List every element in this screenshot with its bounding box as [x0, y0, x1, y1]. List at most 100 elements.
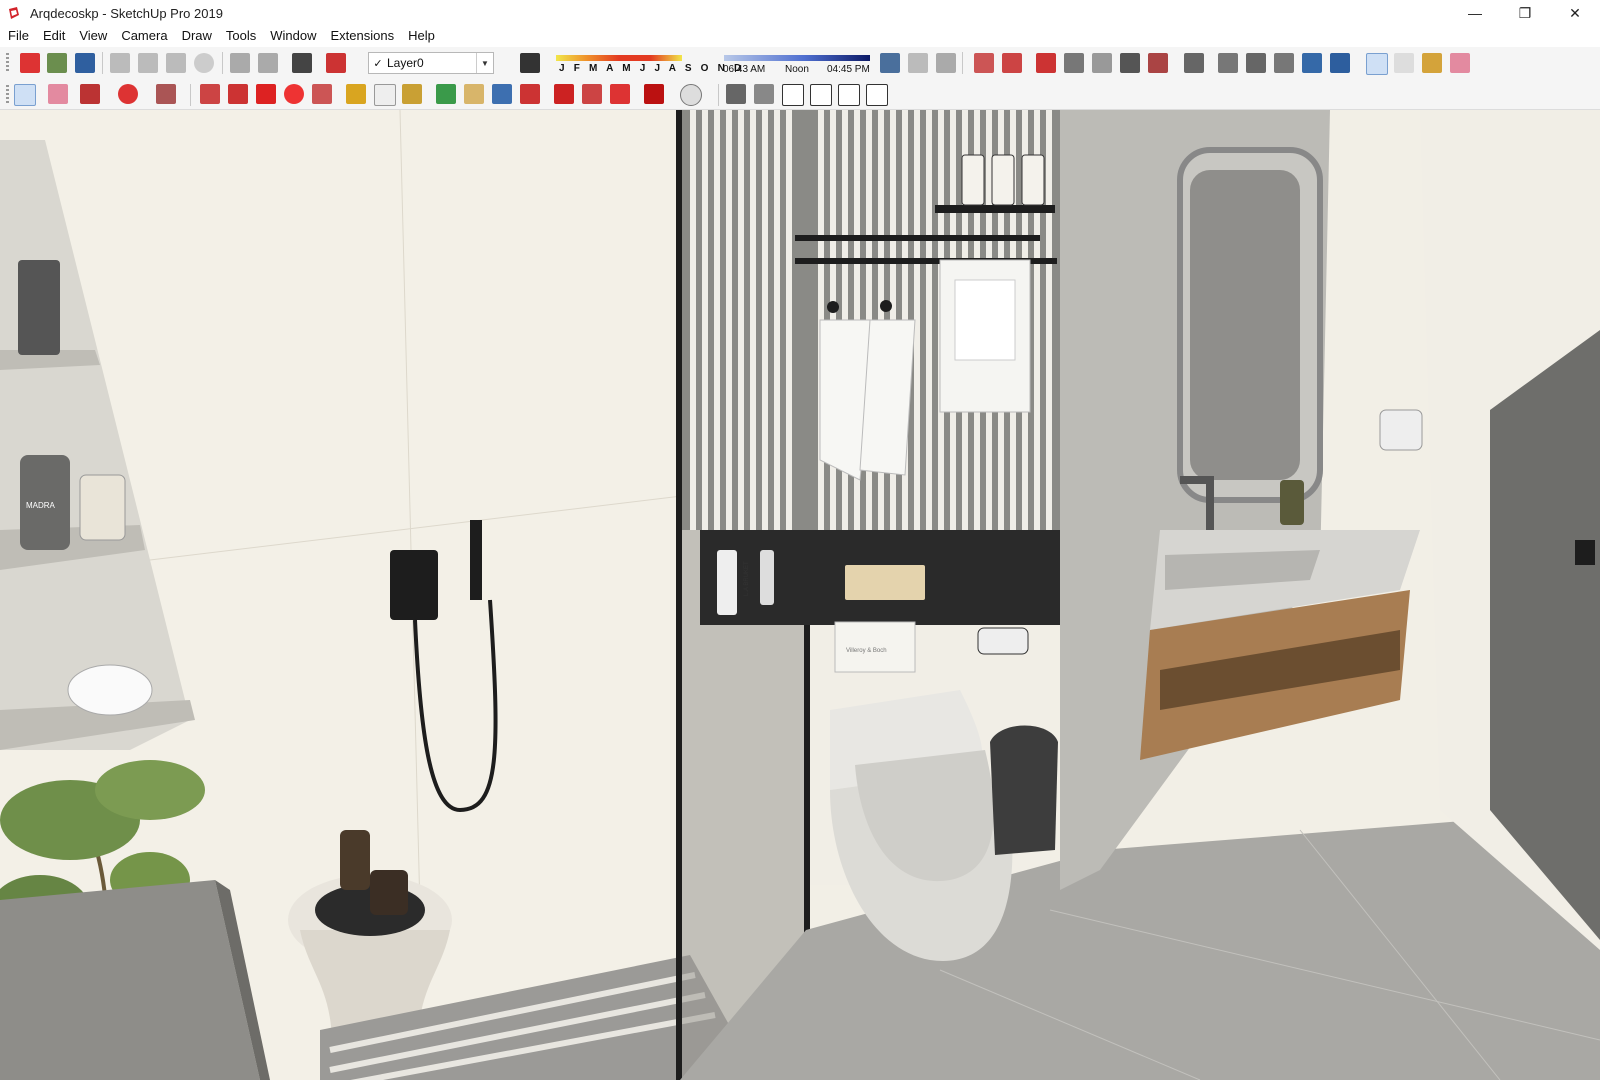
union-icon[interactable] — [1246, 53, 1266, 73]
redo-icon[interactable] — [258, 53, 278, 73]
pan-icon[interactable] — [464, 84, 484, 104]
style-wireframe-icon[interactable] — [936, 53, 956, 73]
title-bar: Arqdecoskp - SketchUp Pro 2019 — ❐ ✕ — [0, 0, 1600, 26]
eraser-tool-icon[interactable] — [48, 84, 68, 104]
pencil-icon[interactable] — [80, 84, 100, 104]
eraser-icon[interactable] — [1450, 53, 1470, 73]
follow-me-icon[interactable] — [228, 84, 248, 104]
sketchup-app-icon — [6, 5, 22, 21]
save-icon[interactable] — [75, 53, 95, 73]
iso-house-icon[interactable] — [726, 84, 746, 104]
svg-text:L.A BRUKET: L.A BRUKET — [744, 561, 750, 596]
hand-towel-2 — [859, 319, 916, 476]
select-arrow-icon[interactable] — [14, 84, 36, 106]
menu-bar: File Edit View Camera Draw Tools Window … — [0, 26, 1600, 46]
toolbar-grip[interactable] — [6, 53, 9, 73]
iso-view-icon[interactable] — [1036, 53, 1056, 73]
bottle-shelf — [935, 205, 1055, 213]
menu-help[interactable]: Help — [402, 26, 441, 46]
shadow-time-slider[interactable] — [724, 55, 870, 61]
paste-icon[interactable] — [166, 53, 186, 73]
close-button[interactable]: ✕ — [1550, 0, 1600, 26]
shadow-toggle-icon[interactable] — [520, 53, 540, 73]
model-info-icon[interactable] — [326, 53, 346, 73]
zoom-extents-icon[interactable] — [520, 84, 540, 104]
right-house-icon[interactable] — [810, 84, 832, 106]
undo-icon[interactable] — [230, 53, 250, 73]
chevron-down-icon[interactable]: ▼ — [476, 53, 493, 73]
layer-check-icon: ✓ — [373, 57, 383, 70]
paint-icon[interactable] — [402, 84, 422, 104]
style-backedge-icon[interactable] — [908, 53, 928, 73]
split-icon[interactable] — [1330, 53, 1350, 73]
rectangle-icon[interactable] — [156, 84, 176, 104]
left-house-icon[interactable] — [866, 84, 888, 106]
back-house-icon[interactable] — [838, 84, 860, 106]
oil-bottle — [1280, 480, 1304, 525]
menu-view[interactable]: View — [73, 26, 113, 46]
drawing-toolbar — [0, 79, 1600, 110]
menu-file[interactable]: File — [2, 26, 35, 46]
menu-draw[interactable]: Draw — [176, 26, 218, 46]
front-view-icon[interactable] — [1092, 53, 1112, 73]
menu-extensions[interactable]: Extensions — [325, 26, 401, 46]
cut-icon[interactable] — [110, 53, 130, 73]
rotate-icon[interactable] — [284, 84, 304, 104]
window-title: Arqdecoskp - SketchUp Pro 2019 — [30, 5, 223, 21]
model-viewport[interactable]: MADRA L.A BRUKET Villeroy & Boch — [0, 110, 1600, 1080]
toolbar-grip[interactable] — [6, 85, 9, 105]
soap-label: MADRA — [26, 501, 56, 510]
perfume-bottle — [18, 260, 60, 355]
extension-warehouse-icon[interactable] — [582, 84, 602, 104]
subtract-icon[interactable] — [1274, 53, 1294, 73]
back-view-icon[interactable] — [1148, 53, 1168, 73]
bathroom-scene: MADRA L.A BRUKET Villeroy & Boch — [0, 110, 1600, 1080]
pedal-bin — [990, 725, 1058, 855]
zoom-icon[interactable] — [492, 84, 512, 104]
user-account-icon[interactable] — [680, 84, 702, 106]
tissue-box — [845, 565, 925, 600]
minimize-button[interactable]: — — [1450, 0, 1500, 26]
restore-button[interactable]: ❐ — [1500, 0, 1550, 26]
menu-tools[interactable]: Tools — [220, 26, 262, 46]
hair-dryer — [1379, 409, 1423, 451]
print-icon[interactable] — [292, 53, 312, 73]
svg-text:Villeroy & Boch: Villeroy & Boch — [846, 648, 887, 654]
orbit-icon[interactable] — [436, 84, 456, 104]
top-house-icon[interactable] — [754, 84, 774, 104]
style-shaded-icon[interactable] — [1002, 53, 1022, 73]
right-view-icon[interactable] — [1120, 53, 1140, 73]
style-xray-icon[interactable] — [880, 53, 900, 73]
toilet-paper-holder — [977, 627, 1029, 655]
copy-icon[interactable] — [138, 53, 158, 73]
share-model-icon[interactable] — [610, 84, 630, 104]
text-icon[interactable] — [374, 84, 396, 106]
shadow-time-start: 06:43 AM — [723, 64, 766, 75]
towel-bar-upper — [795, 235, 1040, 241]
arc-icon[interactable] — [118, 84, 138, 104]
trim-icon[interactable] — [1302, 53, 1322, 73]
menu-edit[interactable]: Edit — [37, 26, 71, 46]
rolled-towels — [67, 664, 153, 716]
layer-dropdown[interactable]: ✓ Layer0 ▼ — [368, 52, 494, 74]
new-file-icon[interactable] — [20, 53, 40, 73]
shadow-date-slider[interactable] — [556, 55, 682, 61]
make-component-icon[interactable] — [1394, 53, 1414, 73]
ruby-console-icon[interactable] — [644, 84, 664, 104]
move-icon[interactable] — [256, 84, 276, 104]
open-file-icon[interactable] — [47, 53, 67, 73]
front-house-icon[interactable] — [782, 84, 804, 106]
tape-measure-icon[interactable] — [346, 84, 366, 104]
intersect-icon[interactable] — [1218, 53, 1238, 73]
style-hidden-line-icon[interactable] — [974, 53, 994, 73]
menu-camera[interactable]: Camera — [115, 26, 173, 46]
scale-icon[interactable] — [312, 84, 332, 104]
paint-bucket-icon[interactable] — [1422, 53, 1442, 73]
push-pull-icon[interactable] — [200, 84, 220, 104]
top-view-icon[interactable] — [1064, 53, 1084, 73]
erase-selection-icon[interactable] — [194, 53, 214, 73]
select-tool-icon[interactable] — [1366, 53, 1388, 75]
outer-shell-icon[interactable] — [1184, 53, 1204, 73]
warehouse-icon[interactable] — [554, 84, 574, 104]
menu-window[interactable]: Window — [264, 26, 322, 46]
